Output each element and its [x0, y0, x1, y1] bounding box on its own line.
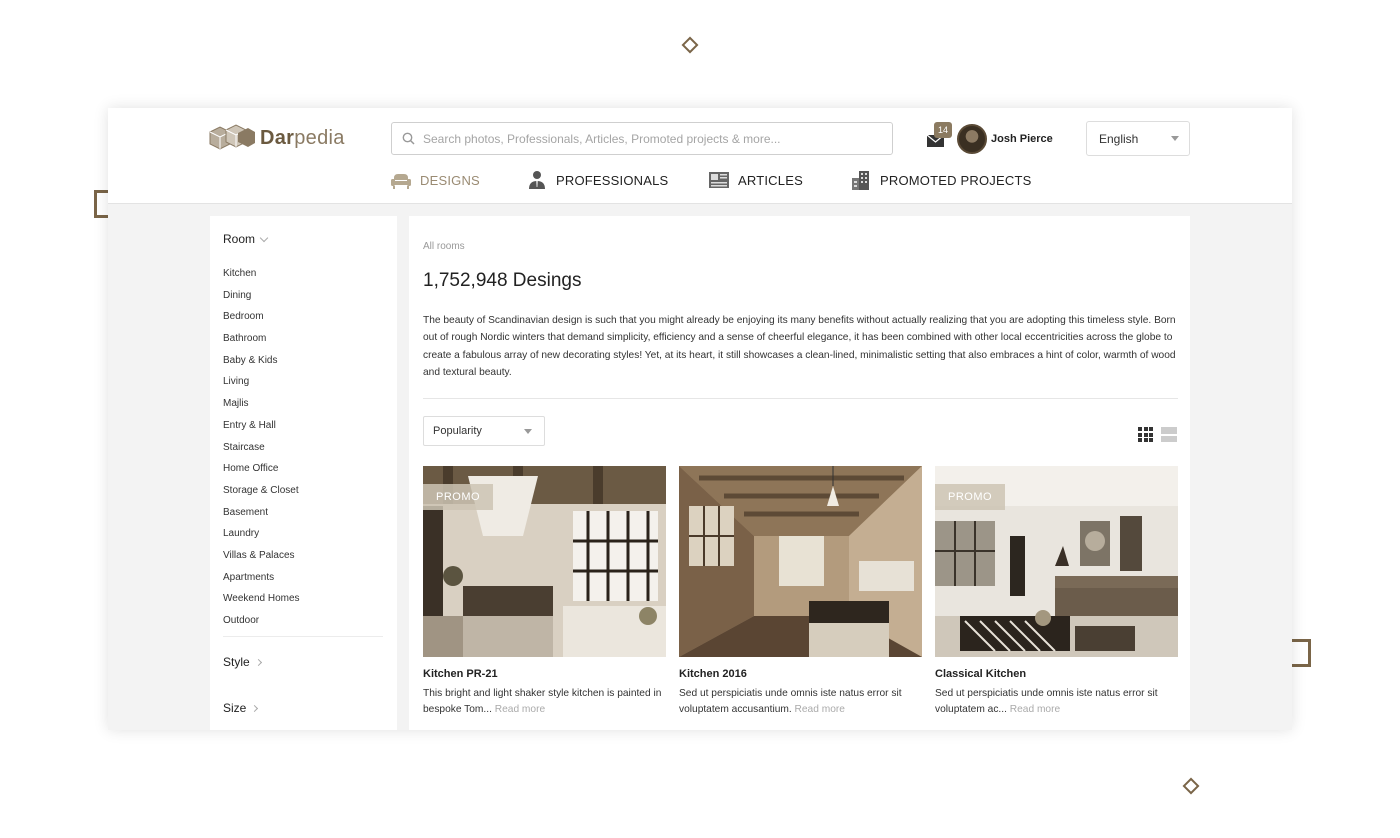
page-title: 1,752,948 Desings	[423, 270, 582, 291]
search-input[interactable]	[423, 131, 892, 146]
language-select[interactable]: English	[1086, 121, 1190, 156]
room-item[interactable]: Laundry	[223, 526, 300, 548]
filter-sidebar: Room Kitchen Dining Bedroom Bathroom Bab…	[210, 216, 397, 730]
promo-badge: PROMO	[423, 484, 494, 510]
room-item[interactable]: Outdoor	[223, 613, 300, 635]
design-card[interactable]: Kitchen 2016 Sed ut perspiciatis unde om…	[679, 466, 922, 717]
room-item[interactable]: Basement	[223, 505, 300, 527]
filter-style-title: Style	[223, 655, 250, 669]
logo-text: Darpedia	[260, 126, 345, 149]
page-description: The beauty of Scandinavian design is suc…	[423, 315, 1176, 379]
room-list: Kitchen Dining Bedroom Bathroom Baby & K…	[223, 266, 300, 635]
room-item[interactable]: Dining	[223, 288, 300, 310]
breadcrumb[interactable]: All rooms	[423, 241, 465, 252]
article-icon	[709, 172, 729, 188]
room-item[interactable]: Villas & Palaces	[223, 548, 300, 570]
room-item[interactable]: Storage & Closet	[223, 483, 300, 505]
search-box[interactable]	[391, 122, 893, 155]
decorative-diamond-bottom	[1182, 777, 1200, 795]
card-description: Sed ut perspiciatis unde omnis iste natu…	[935, 688, 1158, 715]
nav-professionals-label: PROFESSIONALS	[556, 172, 669, 188]
nav-promoted-projects[interactable]: PROMOTED PROJECTS	[850, 170, 1031, 190]
filter-room-title: Room	[223, 232, 256, 246]
chevron-down-icon	[259, 233, 269, 242]
decorative-diamond-top	[681, 36, 699, 54]
room-item[interactable]: Living	[223, 374, 300, 396]
nav-professionals[interactable]: PROFESSIONALS	[526, 170, 668, 190]
chevron-down-icon	[524, 428, 532, 434]
nav-promoted-projects-label: PROMOTED PROJECTS	[880, 172, 1032, 188]
search-icon	[402, 132, 415, 145]
card-title[interactable]: Classical Kitchen	[935, 668, 1178, 680]
nav-designs-label: DESIGNS	[420, 172, 480, 188]
read-more-link[interactable]: Read more	[795, 704, 845, 715]
filter-style-toggle[interactable]: Style	[223, 655, 262, 669]
read-more-link[interactable]: Read more	[495, 704, 545, 715]
design-photo[interactable]	[679, 466, 922, 657]
nav-articles[interactable]: ARTICLES	[708, 170, 803, 190]
read-more-link[interactable]: Read more	[1010, 704, 1060, 715]
user-name[interactable]: Josh Pierce	[991, 133, 1053, 145]
filter-size-toggle[interactable]: Size	[223, 701, 259, 715]
chevron-right-icon	[251, 704, 259, 712]
promo-badge: PROMO	[935, 484, 1006, 510]
logo[interactable]: Darpedia	[208, 124, 345, 152]
design-photo[interactable]: PROMO	[423, 466, 666, 657]
card-title[interactable]: Kitchen 2016	[679, 668, 922, 680]
room-item[interactable]: Bedroom	[223, 309, 300, 331]
person-icon	[529, 171, 545, 189]
room-item[interactable]: Entry & Hall	[223, 418, 300, 440]
content-divider	[423, 398, 1178, 399]
design-card[interactable]: PROMO Kitchen PR-21 This bright and ligh…	[423, 466, 666, 717]
kitchen-photo-illustration	[679, 466, 922, 657]
sofa-icon	[391, 174, 411, 189]
avatar[interactable]	[957, 124, 987, 154]
room-item[interactable]: Staircase	[223, 440, 300, 462]
room-item[interactable]: Apartments	[223, 570, 300, 592]
header: Darpedia 14 Josh Pierce English	[108, 108, 1292, 204]
room-item[interactable]: Kitchen	[223, 266, 300, 288]
design-photo[interactable]: PROMO	[935, 466, 1178, 657]
room-item[interactable]: Majlis	[223, 396, 300, 418]
list-view-icon[interactable]	[1161, 427, 1177, 442]
sidebar-divider	[223, 636, 383, 637]
design-card[interactable]: PROMO Classical Kitchen Sed ut perspicia…	[935, 466, 1178, 717]
browser-window: Darpedia 14 Josh Pierce English	[108, 108, 1292, 730]
logo-cube-icon	[209, 124, 255, 150]
room-item[interactable]: Bathroom	[223, 331, 300, 353]
nav-articles-label: ARTICLES	[738, 172, 803, 188]
card-description: Sed ut perspiciatis unde omnis iste natu…	[679, 688, 902, 715]
room-item[interactable]: Weekend Homes	[223, 591, 300, 613]
card-title[interactable]: Kitchen PR-21	[423, 668, 666, 680]
buildings-icon	[852, 171, 869, 190]
filter-room-toggle[interactable]: Room	[223, 232, 269, 246]
notification-badge: 14	[934, 122, 952, 138]
room-item[interactable]: Home Office	[223, 461, 300, 483]
main-nav: DESIGNS PROFESSIONALS ARTICLES PROMOTED …	[108, 170, 1292, 196]
nav-designs[interactable]: DESIGNS	[390, 170, 480, 190]
chevron-right-icon	[254, 658, 262, 666]
room-item[interactable]: Baby & Kids	[223, 353, 300, 375]
language-value: English	[1099, 131, 1139, 146]
grid-view-icon[interactable]	[1138, 427, 1153, 442]
filter-size-title: Size	[223, 701, 247, 715]
chevron-down-icon	[1171, 136, 1179, 141]
sort-select[interactable]: Popularity	[423, 416, 545, 446]
card-description: This bright and light shaker style kitch…	[423, 688, 662, 715]
content-panel: All rooms 1,752,948 Desings The beauty o…	[409, 216, 1190, 730]
sort-value: Popularity	[433, 425, 482, 437]
